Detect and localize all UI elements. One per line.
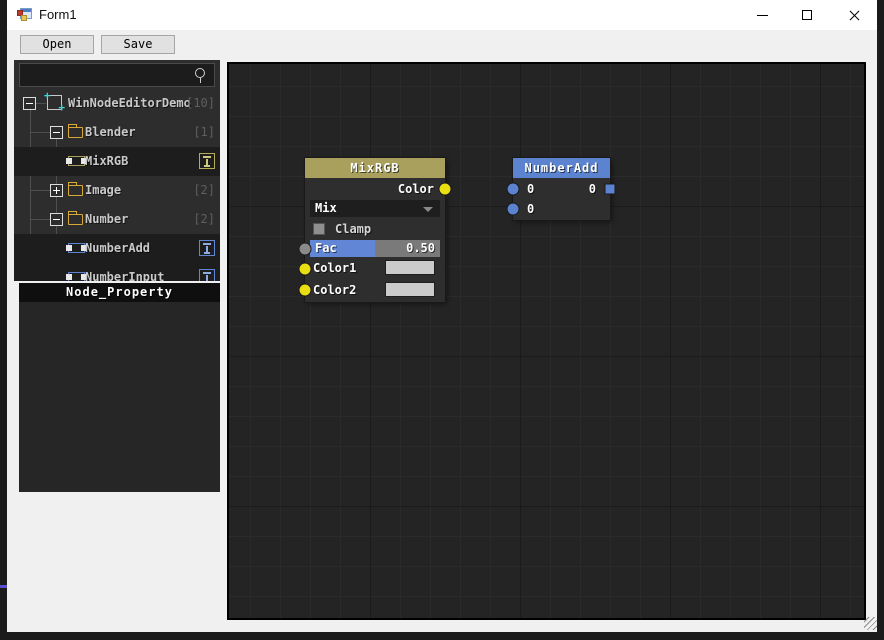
search-box[interactable] xyxy=(19,63,215,87)
color1-swatch[interactable] xyxy=(385,260,435,275)
socket-color2-input[interactable] xyxy=(298,283,312,297)
tree-item-label: Image xyxy=(85,183,122,197)
tree-item-label: NumberAdd xyxy=(85,241,151,255)
color1-row: Color1 xyxy=(313,259,443,277)
socket-fac-input[interactable] xyxy=(298,242,312,256)
output-label-color: Color xyxy=(397,182,434,196)
close-button[interactable] xyxy=(831,0,877,30)
tree-item-blender[interactable]: Blender [1] xyxy=(14,118,220,147)
folder-icon xyxy=(68,211,83,225)
socket-color-output[interactable] xyxy=(438,182,452,196)
tree-item-mixrgb[interactable]: MixRGB xyxy=(14,147,220,176)
magnifier-icon xyxy=(195,68,205,83)
tree-item-number[interactable]: Number [2] xyxy=(14,205,220,234)
color1-label: Color1 xyxy=(313,261,357,275)
fac-value: 0.50 xyxy=(406,241,435,255)
numberadd-output-value: 0 xyxy=(588,182,596,196)
tree-item-numberadd[interactable]: NumberAdd xyxy=(14,234,220,263)
node-title-numberadd[interactable]: NumberAdd xyxy=(513,158,610,178)
socket-number-output[interactable] xyxy=(604,183,616,195)
property-panel-title: Node_Property xyxy=(19,283,220,302)
socket-number1-input[interactable] xyxy=(506,182,520,196)
fac-slider[interactable]: Fac 0.50 xyxy=(310,240,440,257)
app-icon xyxy=(17,8,32,22)
socket-color1-input[interactable] xyxy=(298,262,312,276)
node-editor-canvas[interactable]: MixRGB Color Mix Clamp Fac 0.50 Color1 C… xyxy=(227,62,866,620)
color2-row: Color2 xyxy=(313,281,443,299)
folder-icon xyxy=(68,182,83,196)
tree-item-label: NumberInput xyxy=(85,270,165,281)
minimize-icon xyxy=(757,15,768,16)
mix-mode-dropdown[interactable]: Mix xyxy=(310,200,440,217)
selection-frame-icon: + + xyxy=(44,89,65,114)
numberadd-row2: 0 xyxy=(513,199,610,219)
numberadd-row1: 0 0 xyxy=(513,179,610,199)
minimize-button[interactable] xyxy=(739,0,785,30)
title-bar: Form1 xyxy=(7,0,877,30)
clamp-checkbox[interactable] xyxy=(313,223,325,235)
ibeam-icon[interactable] xyxy=(199,269,215,281)
mix-mode-value: Mix xyxy=(315,201,337,215)
property-panel-body xyxy=(19,302,220,492)
tree-item-count: [2] xyxy=(193,212,215,226)
tree-item-count: [1] xyxy=(193,125,215,139)
ibeam-icon[interactable] xyxy=(199,240,215,256)
window-title: Form1 xyxy=(39,7,77,22)
collapse-icon[interactable] xyxy=(23,97,36,110)
color2-swatch[interactable] xyxy=(385,282,435,297)
tree-item-label: Blender xyxy=(85,125,136,139)
tree-item-count: [10] xyxy=(186,96,215,110)
app-window: Form1 Open Save + + WinNodeEditorDemo [1… xyxy=(7,0,877,632)
folder-icon xyxy=(68,124,83,138)
node-title-mixrgb[interactable]: MixRGB xyxy=(305,158,445,178)
numberadd-input2-value: 0 xyxy=(527,202,535,216)
color2-label: Color2 xyxy=(313,283,357,297)
numberadd-input1-value: 0 xyxy=(527,182,535,196)
tree-item-winnodeeditordemo[interactable]: + + WinNodeEditorDemo [10] xyxy=(14,89,220,118)
open-button[interactable]: Open xyxy=(20,35,94,54)
toolbar: Open Save xyxy=(7,30,877,58)
node-ports-icon xyxy=(66,243,87,253)
node-ports-icon xyxy=(66,156,87,166)
tree-item-label: Number xyxy=(85,212,129,226)
tree-item-label: WinNodeEditorDemo xyxy=(68,96,191,110)
tree-item-label: MixRGB xyxy=(85,154,129,168)
collapse-icon[interactable] xyxy=(50,213,63,226)
resize-grip-icon[interactable] xyxy=(864,617,877,630)
maximize-button[interactable] xyxy=(785,0,831,30)
node-tree-panel: + + WinNodeEditorDemo [10] Blender [1] Mi… xyxy=(14,60,220,281)
tree-item-numberinput[interactable]: NumberInput xyxy=(14,263,220,281)
ibeam-icon[interactable] xyxy=(199,153,215,169)
tree-item-image[interactable]: Image [2] xyxy=(14,176,220,205)
tree-item-count: [2] xyxy=(193,183,215,197)
expand-icon[interactable] xyxy=(50,184,63,197)
desktop-background: Form1 Open Save + + WinNodeEditorDemo [1… xyxy=(0,0,884,640)
save-button[interactable]: Save xyxy=(101,35,175,54)
desktop-artifact xyxy=(0,585,7,588)
node-mixrgb[interactable]: MixRGB Color Mix Clamp Fac 0.50 Color1 C… xyxy=(298,158,452,302)
socket-number2-input[interactable] xyxy=(506,202,520,216)
collapse-icon[interactable] xyxy=(50,126,63,139)
search-input[interactable] xyxy=(24,66,184,84)
clamp-label: Clamp xyxy=(335,222,372,236)
maximize-icon xyxy=(802,10,812,20)
node-numberadd[interactable]: NumberAdd 0 0 0 xyxy=(506,158,616,220)
clamp-row: Clamp xyxy=(313,220,443,238)
node-ports-icon xyxy=(66,272,87,281)
fac-label: Fac xyxy=(315,241,337,255)
property-panel: Node_Property xyxy=(19,283,220,492)
chevron-down-icon xyxy=(423,207,433,212)
